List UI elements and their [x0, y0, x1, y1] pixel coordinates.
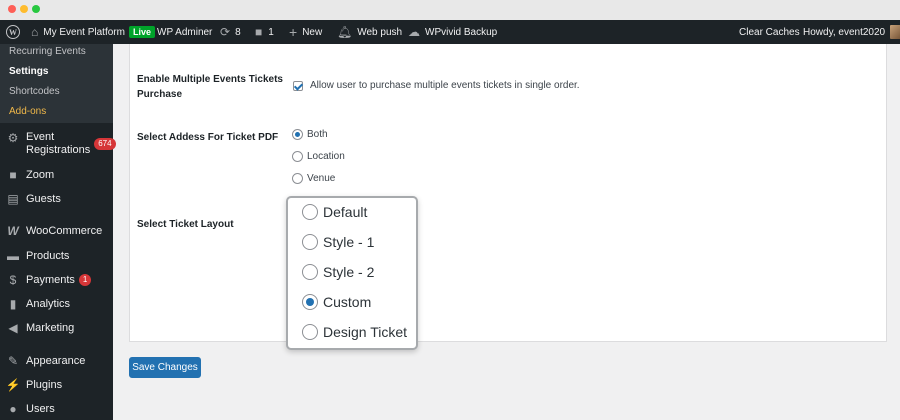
layout-option-style-2[interactable]: Style - 2	[302, 264, 374, 280]
wp-adminer-link[interactable]: WP Adminer	[157, 20, 212, 44]
gear-icon: ⚙	[7, 131, 19, 145]
updates-link[interactable]: ⟳ 8	[220, 20, 241, 44]
multi-tickets-option[interactable]: Allow user to purchase multiple events t…	[293, 80, 580, 91]
admin-bar: W ⌂ My Event Platform Live WP Adminer ⟳ …	[0, 20, 900, 44]
sidebar-item-payments[interactable]: $ Payments 1	[0, 273, 113, 287]
sidebar-item-marketing[interactable]: ◀ Marketing	[0, 321, 113, 335]
layout-option-custom[interactable]: Custom	[302, 294, 371, 310]
layout-radio-style-2[interactable]	[302, 264, 318, 280]
submenu-shortcodes[interactable]: Shortcodes	[9, 86, 60, 97]
brush-icon: ✎	[7, 354, 19, 368]
payments-badge: 1	[78, 274, 92, 286]
sidebar-item-appearance[interactable]: ✎ Appearance	[0, 354, 113, 368]
user-icon: ●	[9, 402, 17, 416]
id-card-icon: ▤	[7, 192, 19, 206]
address-radio-both[interactable]	[292, 129, 303, 140]
sidebar-item-label: Users	[26, 403, 55, 415]
my-account-link[interactable]: Howdy, event2020	[803, 20, 900, 44]
sidebar-item-label: Plugins	[26, 379, 63, 391]
web-push-link[interactable]: 🔔︎ Web push	[337, 20, 402, 44]
wordpress-logo-button[interactable]: W	[6, 20, 20, 44]
sidebar-submenu: Recurring Events Settings Shortcodes Add…	[0, 44, 113, 123]
ticket-layout-options: Default Style - 1 Style - 2 Custom Desig…	[286, 196, 418, 350]
browser-titlebar	[0, 0, 900, 20]
address-radio-venue[interactable]	[292, 173, 303, 184]
wpvivid-link[interactable]: ☁ WPvivid Backup	[408, 20, 497, 44]
address-option-both[interactable]: Both	[292, 129, 328, 140]
event-count-badge: 674	[94, 138, 116, 150]
sidebar-item-guests[interactable]: ▤ Guests	[0, 192, 113, 206]
home-icon: ⌂	[31, 25, 39, 39]
submenu-recurring-events[interactable]: Recurring Events	[9, 46, 86, 57]
close-window-dot[interactable]	[8, 5, 16, 13]
site-name: My Event Platform	[43, 26, 125, 38]
megaphone-icon: ◀	[8, 321, 18, 335]
sidebar-item-users[interactable]: ● Users	[0, 402, 113, 416]
sidebar-item-label: Products	[26, 250, 70, 262]
multi-tickets-checkbox[interactable]	[293, 80, 303, 91]
clear-caches-link[interactable]: Clear Caches	[739, 20, 800, 44]
sidebar-item-label: Event	[26, 131, 55, 143]
archive-icon: ▬	[7, 249, 19, 263]
sidebar-item-zoom[interactable]: ■ Zoom	[0, 168, 113, 182]
layout-radio-default[interactable]	[302, 204, 318, 220]
wordpress-icon: W	[6, 25, 20, 39]
sidebar-item-label: WooCommerce	[26, 225, 103, 237]
cloud-icon: ☁	[408, 25, 420, 39]
bell-icon: 🔔︎	[337, 25, 353, 39]
sidebar-item-plugins[interactable]: ⚡ Plugins	[0, 378, 113, 392]
ticket-layout-label: Select Ticket Layout	[137, 219, 234, 230]
sidebar-item-woocommerce[interactable]: W WooCommerce	[0, 224, 113, 238]
video-icon: ■	[9, 168, 17, 182]
comment-icon: ■	[255, 25, 263, 39]
new-content-link[interactable]: + New	[289, 20, 322, 44]
sidebar-item-label: Appearance	[26, 355, 86, 367]
maximize-window-dot[interactable]	[32, 5, 40, 13]
plug-icon: ⚡	[5, 378, 21, 392]
live-badge: Live	[129, 20, 156, 44]
submenu-add-ons[interactable]: Add-ons	[9, 106, 46, 117]
plus-icon: +	[289, 24, 298, 40]
bar-chart-icon: ▮	[9, 297, 17, 311]
admin-sidebar: Recurring Events Settings Shortcodes Add…	[0, 44, 116, 420]
sidebar-item-label: Payments	[26, 274, 75, 286]
address-option-location[interactable]: Location	[292, 151, 345, 162]
refresh-icon: ⟳	[220, 25, 231, 39]
layout-option-design-ticket[interactable]: Design Ticket	[302, 324, 407, 340]
comments-link[interactable]: ■ 1	[255, 20, 274, 44]
layout-radio-design-ticket[interactable]	[302, 324, 318, 340]
woo-icon: W	[7, 224, 19, 238]
submenu-settings[interactable]: Settings	[9, 66, 48, 77]
layout-option-default[interactable]: Default	[302, 204, 367, 220]
sidebar-item-label: Analytics	[26, 298, 71, 310]
address-label: Select Addess For Ticket PDF	[137, 132, 279, 143]
sidebar-item-event-registrations[interactable]: ⚙ Event Registrations 674	[0, 131, 116, 157]
avatar	[890, 25, 900, 39]
sidebar-item-label: Guests	[26, 193, 61, 205]
layout-radio-custom[interactable]	[302, 294, 318, 310]
minimize-window-dot[interactable]	[20, 5, 28, 13]
sidebar-item-label: Zoom	[26, 169, 55, 181]
layout-radio-style-1[interactable]	[302, 234, 318, 250]
sidebar-item-label: Marketing	[26, 322, 75, 334]
multi-tickets-label: Enable Multiple Events Tickets Purchase	[137, 74, 283, 100]
layout-option-style-1[interactable]: Style - 1	[302, 234, 374, 250]
save-changes-button[interactable]: Save Changes	[129, 357, 201, 378]
sidebar-item-analytics[interactable]: ▮ Analytics	[0, 297, 113, 311]
sidebar-item-label: Registrations	[26, 144, 91, 156]
site-name-link[interactable]: ⌂ My Event Platform	[31, 20, 125, 44]
sidebar-item-products[interactable]: ▬ Products	[0, 249, 113, 263]
address-radio-location[interactable]	[292, 151, 303, 162]
address-option-venue[interactable]: Venue	[292, 173, 335, 184]
dollar-icon: $	[9, 273, 17, 287]
